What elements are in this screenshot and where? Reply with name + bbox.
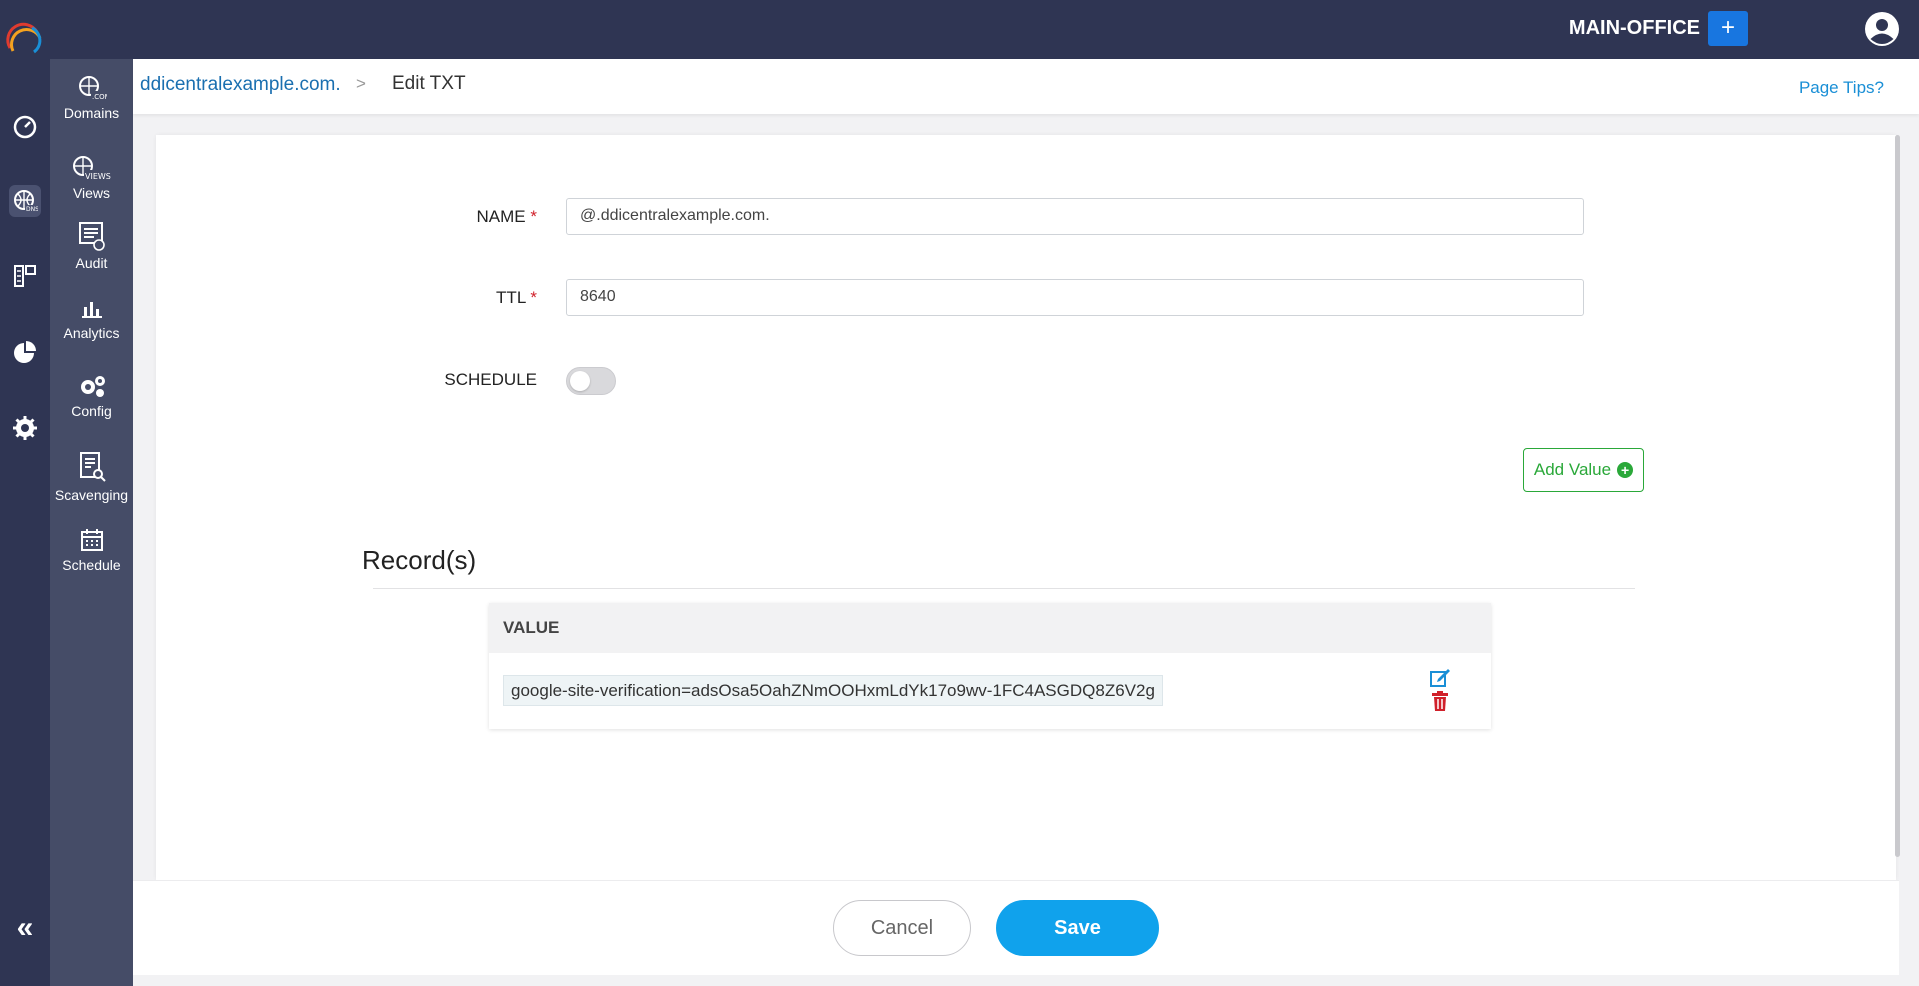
subnav-item-audit[interactable]: Audit [50,221,133,271]
reports-pie-icon[interactable] [9,336,41,368]
ttl-label-text: TTL [496,288,526,307]
office-selector[interactable]: MAIN-OFFICE [1540,0,1700,59]
domains-icon: .COM [78,76,107,101]
top-header: MAIN-OFFICE + [0,0,1919,59]
user-avatar-icon[interactable] [1864,11,1900,47]
schedule-toggle[interactable] [566,367,616,395]
audit-icon [78,222,105,251]
ttl-field[interactable]: 8640 [566,279,1584,316]
column-header-value: VALUE [489,603,1491,653]
save-button[interactable]: Save [996,900,1159,956]
name-label-text: NAME [476,207,526,226]
ttl-label: TTL * [337,288,537,308]
dns-subnav: .COM Domains VIEWS Views Audit Analytics… [50,59,133,986]
subnav-label: Domains [63,105,120,121]
icon-rail: DNS « [0,0,50,986]
scavenging-icon [79,452,106,482]
dns-globe-icon[interactable]: DNS [9,185,41,217]
settings-tools-icon[interactable] [9,412,41,444]
ipam-icon[interactable] [9,260,41,292]
breadcrumb-parent-link[interactable]: ddicentralexample.com. [140,74,341,96]
svg-text:VIEWS: VIEWS [85,172,111,181]
analytics-icon [81,302,102,318]
dashboard-icon[interactable] [9,110,41,142]
subnav-label: Scavenging [54,487,129,503]
record-value: google-site-verification=adsOsa5OahZNmOO… [503,675,1163,706]
config-icon [80,376,105,397]
plus-circle-icon: + [1617,462,1634,478]
divider [373,588,1635,589]
app-logo-icon[interactable] [4,18,44,58]
name-field[interactable]: @.ddicentralexample.com. [566,198,1584,235]
toggle-knob [570,371,590,391]
subnav-label: Schedule [62,557,121,573]
breadcrumb: ddicentralexample.com. > Edit TXT Page T… [133,59,1919,114]
subnav-item-scavenging[interactable]: Scavenging [50,451,133,503]
collapse-sidebar-button[interactable]: « [10,913,40,944]
add-button[interactable]: + [1708,11,1748,46]
breadcrumb-separator: > [356,74,366,93]
page-title: Edit TXT [392,73,466,94]
subnav-item-domains[interactable]: .COM Domains [50,75,133,121]
page-tips-link[interactable]: Page Tips? [1799,78,1884,98]
trash-icon[interactable] [1431,691,1449,711]
name-label: NAME * [337,207,537,227]
records-heading: Record(s) [362,545,477,575]
schedule-label: SCHEDULE [444,370,537,389]
subnav-item-config[interactable]: Config [50,373,133,419]
schedule-icon [80,529,103,551]
subnav-item-schedule[interactable]: Schedule [50,527,133,573]
cancel-button[interactable]: Cancel [833,900,971,956]
subnav-label: Analytics [63,325,120,341]
subnav-label: Audit [75,255,108,271]
add-value-button[interactable]: Add Value + [1523,448,1644,492]
subnav-item-views[interactable]: VIEWS Views [50,155,133,201]
add-value-label: Add Value [1533,460,1612,479]
required-mark: * [530,207,537,226]
edit-icon[interactable] [1429,666,1451,688]
subnav-item-analytics[interactable]: Analytics [50,297,133,341]
required-mark: * [530,288,537,307]
subnav-label: Config [71,403,112,419]
records-table: VALUE google-site-verification=adsOsa5Oa… [489,603,1491,729]
subnav-label: Views [72,185,111,201]
svg-text:DNS: DNS [26,206,38,213]
edit-form-panel [156,135,1896,880]
scrollbar[interactable] [1895,135,1900,857]
views-icon: VIEWS [72,156,112,181]
svg-text:.COM: .COM [92,93,107,101]
